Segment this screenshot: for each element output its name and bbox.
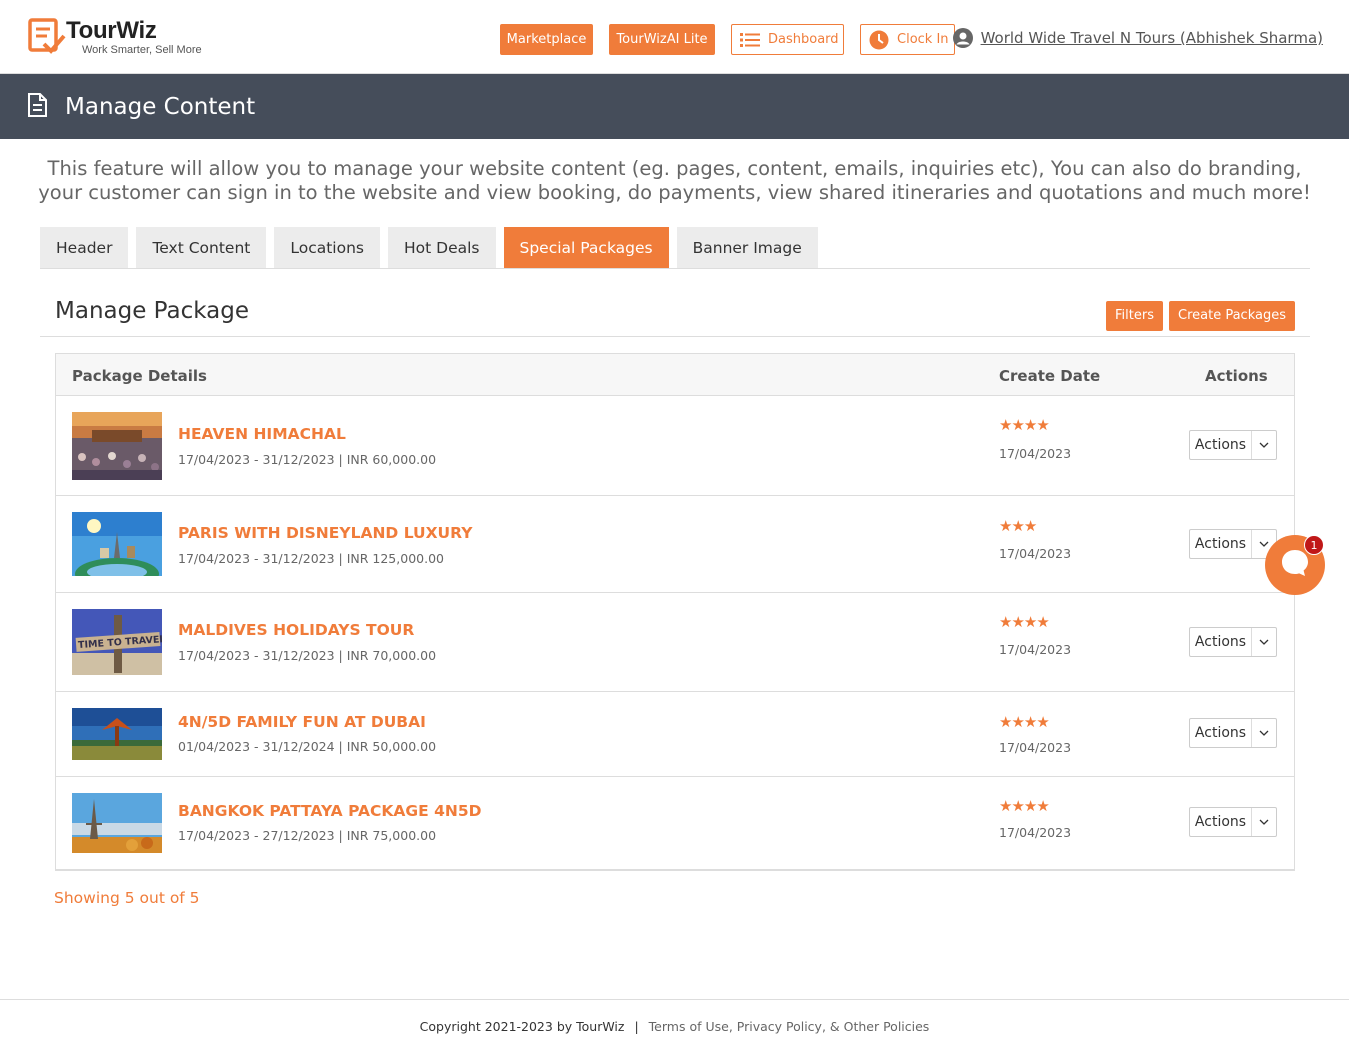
package-dates-price: 17/04/2023 - 31/12/2023 | INR 70,000.00 [178, 648, 437, 663]
policies-link[interactable]: Terms of Use, Privacy Policy, & Other Po… [649, 1019, 930, 1034]
chat-bubble-icon [1280, 548, 1310, 582]
packages-table: Package Details Create Date Actions HEAV… [55, 353, 1295, 871]
chevron-down-icon[interactable] [1252, 431, 1276, 459]
footer: Copyright 2021-2023 by TourWiz | Terms o… [0, 999, 1349, 1051]
dashboard-label: Dashboard [768, 32, 839, 47]
actions-label: Actions [1190, 719, 1252, 747]
package-name-link[interactable]: 4N/5D FAMILY FUN AT DUBAI [178, 713, 426, 731]
tab-locations[interactable]: Locations [274, 227, 380, 268]
user-name-link[interactable]: World Wide Travel N Tours (Abhishek Shar… [981, 29, 1323, 47]
chevron-down-icon[interactable] [1252, 628, 1276, 656]
clock-in-label: Clock In [897, 32, 949, 47]
marketplace-label: Marketplace [506, 32, 587, 47]
actions-label: Actions [1190, 530, 1252, 558]
package-thumbnail[interactable] [72, 793, 162, 853]
actions-dropdown[interactable]: Actions [1189, 430, 1277, 460]
package-name-link[interactable]: MALDIVES HOLIDAYS TOUR [178, 621, 414, 639]
logo-name: TourWiz [66, 17, 157, 44]
create-packages-button[interactable]: Create Packages [1169, 301, 1295, 331]
actions-dropdown[interactable]: Actions [1189, 718, 1277, 748]
tab-header[interactable]: Header [40, 227, 129, 268]
package-name-link[interactable]: BANGKOK PATTAYA PACKAGE 4N5D [178, 802, 482, 820]
tab-hot-deals[interactable]: Hot Deals [388, 227, 496, 268]
filters-button[interactable]: Filters [1106, 301, 1163, 331]
package-thumbnail[interactable] [72, 708, 162, 760]
package-thumbnail[interactable] [72, 412, 162, 480]
rating-stars: ★★★★ [999, 416, 1050, 434]
table-row: 4N/5D FAMILY FUN AT DUBAI 01/04/2023 - 3… [56, 692, 1294, 777]
col-actions: Actions [1205, 367, 1268, 385]
chat-notification-badge: 1 [1304, 535, 1324, 555]
table-row: HEAVEN HIMACHAL 17/04/2023 - 31/12/2023 … [56, 396, 1294, 496]
table-row: BANGKOK PATTAYA PACKAGE 4N5D 17/04/2023 … [56, 777, 1294, 870]
copyright-text: Copyright 2021-2023 by TourWiz [419, 1019, 625, 1034]
top-navbar: TourWiz Work Smarter, Sell More Marketpl… [0, 0, 1349, 74]
dashboard-button[interactable]: Dashboard [731, 24, 844, 55]
rating-stars: ★★★★ [999, 613, 1050, 631]
manage-package-header: Manage Package Filters Create Packages [40, 296, 1310, 337]
pagination-summary: Showing 5 out of 5 [54, 889, 200, 907]
page-header-bar: Manage Content [0, 74, 1349, 139]
package-dates-price: 17/04/2023 - 31/12/2023 | INR 60,000.00 [178, 452, 437, 467]
rating-stars: ★★★★ [999, 713, 1050, 731]
table-header: Package Details Create Date Actions [56, 354, 1294, 396]
content-tabs: Header Text Content Locations Hot Deals … [40, 227, 1310, 269]
actions-label: Actions [1190, 808, 1252, 836]
package-name-link[interactable]: HEAVEN HIMACHAL [178, 425, 346, 443]
page-title: Manage Content [65, 93, 256, 120]
table-row: TIME TO TRAVEL MALDIVES HOLIDAYS TOUR 17… [56, 593, 1294, 692]
tab-banner-image[interactable]: Banner Image [676, 227, 818, 268]
package-dates-price: 01/04/2023 - 31/12/2024 | INR 50,000.00 [178, 739, 437, 754]
create-date: 17/04/2023 [999, 825, 1072, 840]
chevron-down-icon[interactable] [1252, 719, 1276, 747]
create-date: 17/04/2023 [999, 642, 1072, 657]
section-title: Manage Package [55, 298, 250, 324]
intro-text: This feature will allow you to manage yo… [38, 157, 1311, 204]
actions-dropdown[interactable]: Actions [1189, 529, 1277, 559]
create-date: 17/04/2023 [999, 446, 1072, 461]
package-thumbnail[interactable]: TIME TO TRAVEL [72, 609, 162, 675]
col-create-date: Create Date [999, 367, 1101, 385]
footer-separator: | [634, 1019, 639, 1034]
actions-dropdown[interactable]: Actions [1189, 807, 1277, 837]
actions-dropdown[interactable]: Actions [1189, 627, 1277, 657]
clock-icon [869, 30, 889, 50]
package-dates-price: 17/04/2023 - 27/12/2023 | INR 75,000.00 [178, 828, 437, 843]
marketplace-button[interactable]: Marketplace [500, 24, 593, 55]
document-icon [27, 92, 47, 121]
logo-tagline: Work Smarter, Sell More [82, 44, 202, 56]
user-menu[interactable]: World Wide Travel N Tours (Abhishek Shar… [952, 28, 1323, 48]
package-name-link[interactable]: PARIS WITH DISNEYLAND LUXURY [178, 524, 472, 542]
rating-stars: ★★★ [999, 517, 1037, 535]
col-package-details: Package Details [72, 367, 207, 385]
list-icon [740, 32, 760, 48]
chevron-down-icon[interactable] [1252, 808, 1276, 836]
user-avatar-icon [952, 28, 973, 48]
rating-stars: ★★★★ [999, 797, 1050, 815]
create-date: 17/04/2023 [999, 740, 1072, 755]
tourwiz-logo[interactable]: TourWiz Work Smarter, Sell More [28, 18, 202, 56]
tab-special-packages[interactable]: Special Packages [503, 227, 669, 268]
package-thumbnail[interactable] [72, 512, 162, 576]
create-date: 17/04/2023 [999, 546, 1072, 561]
logo-mark-icon [28, 18, 66, 54]
tourwizai-label: TourWizAI Lite [616, 32, 708, 47]
actions-label: Actions [1190, 431, 1252, 459]
tab-text-content[interactable]: Text Content [136, 227, 267, 268]
actions-label: Actions [1190, 628, 1252, 656]
clock-in-button[interactable]: Clock In [860, 24, 955, 55]
package-dates-price: 17/04/2023 - 31/12/2023 | INR 125,000.00 [178, 551, 444, 566]
tourwizai-button[interactable]: TourWizAI Lite [609, 24, 715, 55]
table-row: PARIS WITH DISNEYLAND LUXURY 17/04/2023 … [56, 496, 1294, 593]
